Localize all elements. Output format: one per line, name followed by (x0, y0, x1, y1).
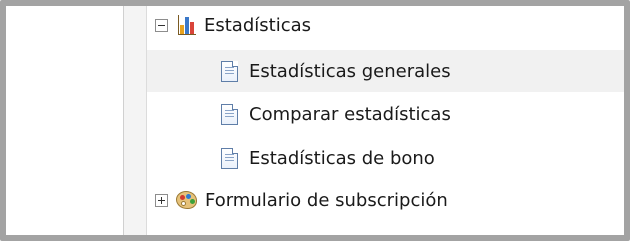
tree-gutter (123, 6, 147, 235)
collapse-toggle-icon[interactable] (155, 18, 168, 32)
partial-document-icon (195, 235, 212, 241)
tree-item-estadisticas[interactable]: Estadísticas (147, 6, 624, 46)
screenshot-frame: Estadísticas Estadísticas generales Comp… (0, 0, 630, 241)
document-icon (221, 60, 238, 82)
bar-chart-icon (178, 15, 196, 35)
tree-item-label: Formulario de subscripción (205, 189, 448, 211)
tree-item-label: Estadísticas (204, 14, 312, 36)
tree-item-formulario-de-subscripcion[interactable]: Formulario de subscripción (147, 179, 624, 221)
document-icon (221, 147, 238, 169)
tree-item-label: Comparar estadísticas (249, 103, 451, 125)
tree-item-estadisticas-de-bono[interactable]: Estadísticas de bono (147, 137, 624, 179)
document-icon (221, 103, 238, 125)
left-blank-pane (6, 6, 123, 235)
navigation-tree: Estadísticas Estadísticas generales Comp… (147, 6, 624, 235)
tree-item-estadisticas-generales[interactable]: Estadísticas generales (147, 50, 624, 92)
tree-item-label: Estadísticas generales (249, 60, 451, 82)
tree-item-comparar-estadisticas[interactable]: Comparar estadísticas (147, 93, 624, 135)
expand-toggle-icon[interactable] (155, 193, 168, 207)
palette-icon (176, 191, 197, 209)
tree-item-label: Estadísticas de bono (249, 147, 435, 169)
